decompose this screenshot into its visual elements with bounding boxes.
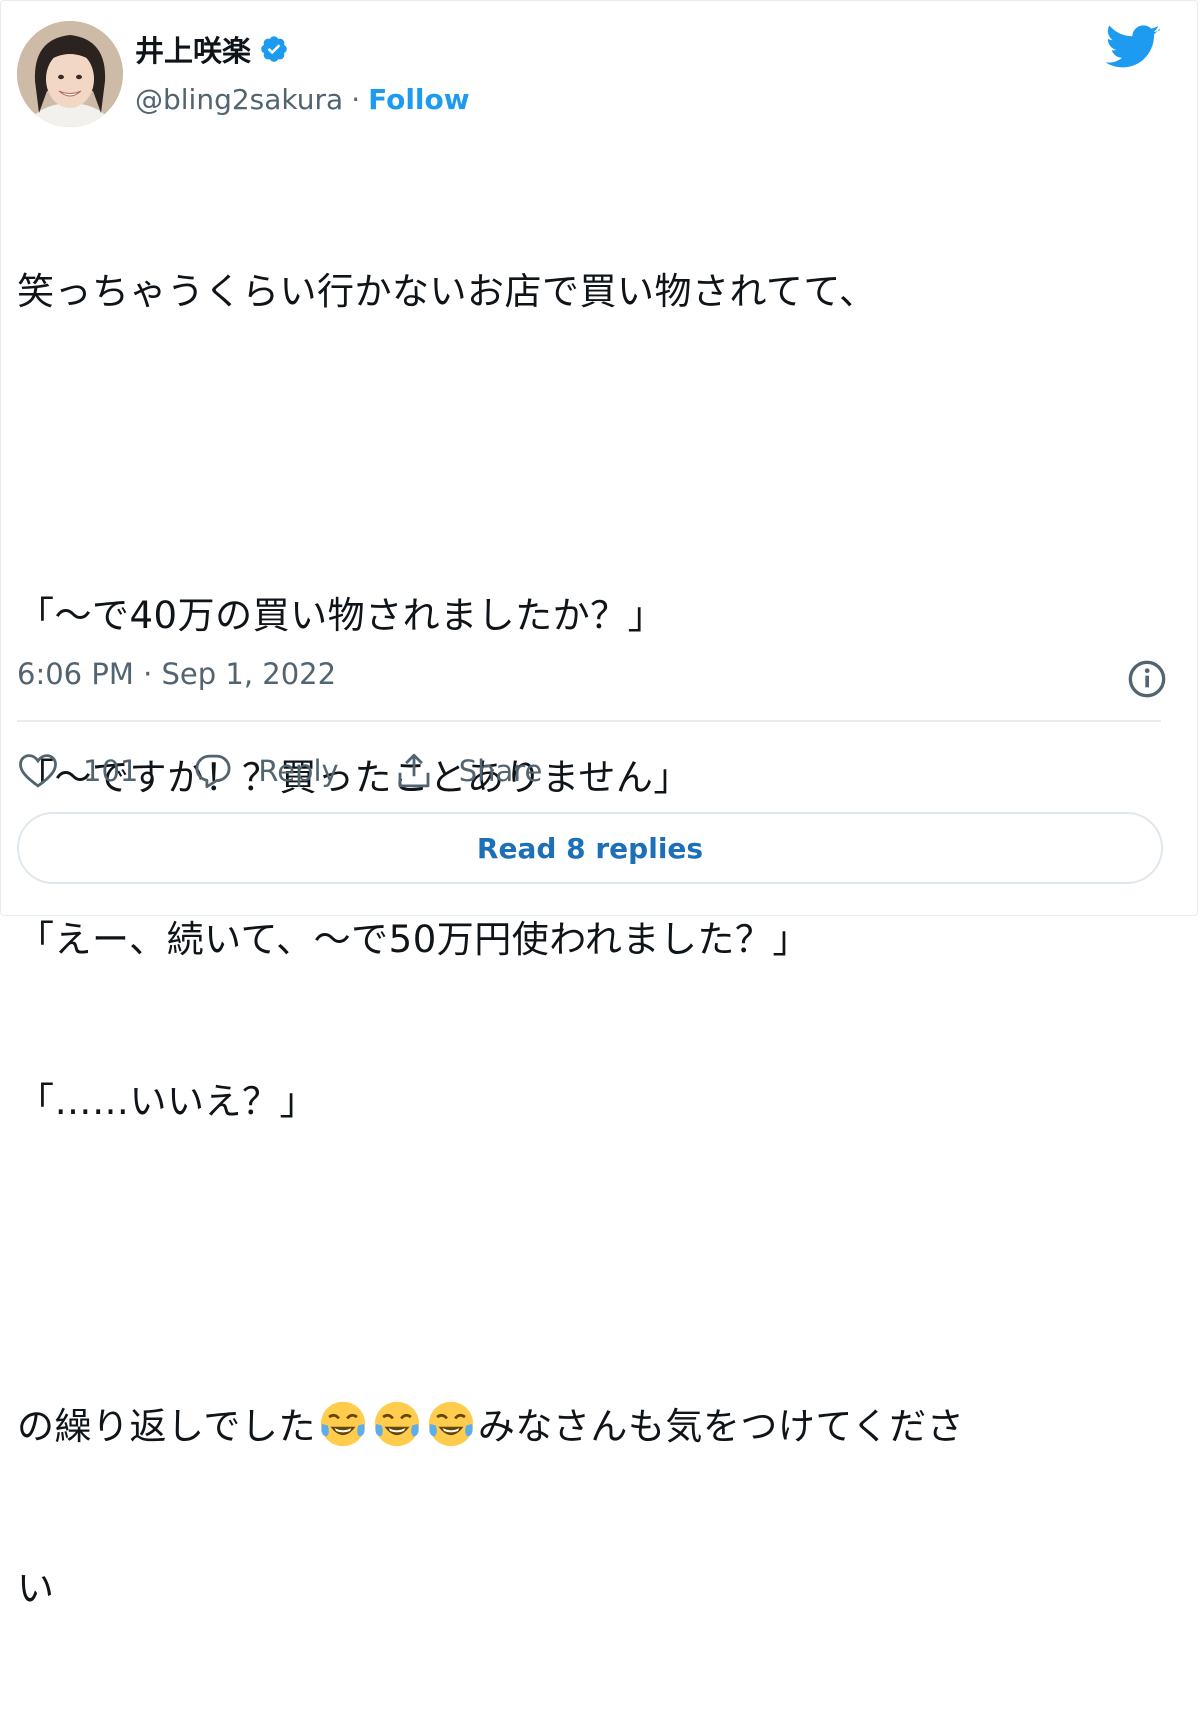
avatar[interactable] bbox=[17, 21, 123, 127]
share-label: Share bbox=[458, 754, 543, 788]
verified-badge-icon bbox=[261, 36, 287, 62]
handle-row: @bling2sakura · Follow bbox=[135, 79, 470, 119]
face-with-tears-of-joy-icon bbox=[428, 1401, 474, 1447]
read-replies-button[interactable]: Read 8 replies bbox=[17, 812, 1163, 884]
twitter-bird-icon[interactable] bbox=[1105, 25, 1161, 71]
handle[interactable]: @bling2sakura bbox=[135, 83, 343, 116]
tweet-actions: 101 Reply Share bbox=[17, 743, 596, 799]
heart-icon bbox=[19, 754, 57, 788]
tweet-text-after-emoji: みなさんも気をつけてくださ bbox=[477, 1405, 965, 1448]
face-with-tears-of-joy-icon bbox=[320, 1401, 366, 1447]
handle-separator: · bbox=[351, 82, 361, 116]
follow-button[interactable]: Follow bbox=[368, 83, 470, 116]
tweet-line: 「……いいえ？」 bbox=[17, 1080, 317, 1123]
face-with-tears-of-joy-icon bbox=[374, 1401, 420, 1447]
tweet-text-before-emoji: の繰り返しでした bbox=[17, 1405, 316, 1448]
like-count: 101 bbox=[83, 754, 139, 788]
tweet-card: 井上咲楽 @bling2sakura · Follow 笑っちゃうくらい行かない… bbox=[0, 0, 1198, 1610]
like-button[interactable]: 101 bbox=[17, 750, 138, 792]
reply-bubble-icon bbox=[195, 754, 231, 789]
tweet-text: 笑っちゃうくらい行かないお店で買い物されてて、 「～で40万の買い物されましたか… bbox=[17, 157, 1167, 1724]
divider bbox=[17, 720, 1161, 722]
tweet-line: 笑っちゃうくらい行かないお店で買い物されてて、 bbox=[17, 270, 877, 313]
tweet-line: 「～で40万の買い物されましたか？」 bbox=[17, 594, 666, 637]
read-replies-label: Read 8 replies bbox=[476, 831, 704, 865]
display-name[interactable]: 井上咲楽 bbox=[135, 28, 251, 70]
tweet-line: い bbox=[17, 1567, 55, 1610]
author-name-row: 井上咲楽 bbox=[135, 27, 289, 71]
tweet-line-emoji: の繰り返しでした みなさんも気をつけてくださ bbox=[17, 1399, 1167, 1454]
reply-label: Reply bbox=[258, 754, 339, 788]
info-icon[interactable] bbox=[1127, 659, 1167, 699]
avatar-image bbox=[17, 21, 123, 127]
share-icon bbox=[398, 753, 430, 788]
share-button[interactable]: Share bbox=[393, 750, 543, 792]
tweet-timestamp[interactable]: 6:06 PM · Sep 1, 2022 bbox=[17, 657, 336, 691]
tweet-line: 「えー、続いて、～で50万円使われました？」 bbox=[17, 918, 810, 961]
reply-button[interactable]: Reply bbox=[192, 750, 339, 792]
